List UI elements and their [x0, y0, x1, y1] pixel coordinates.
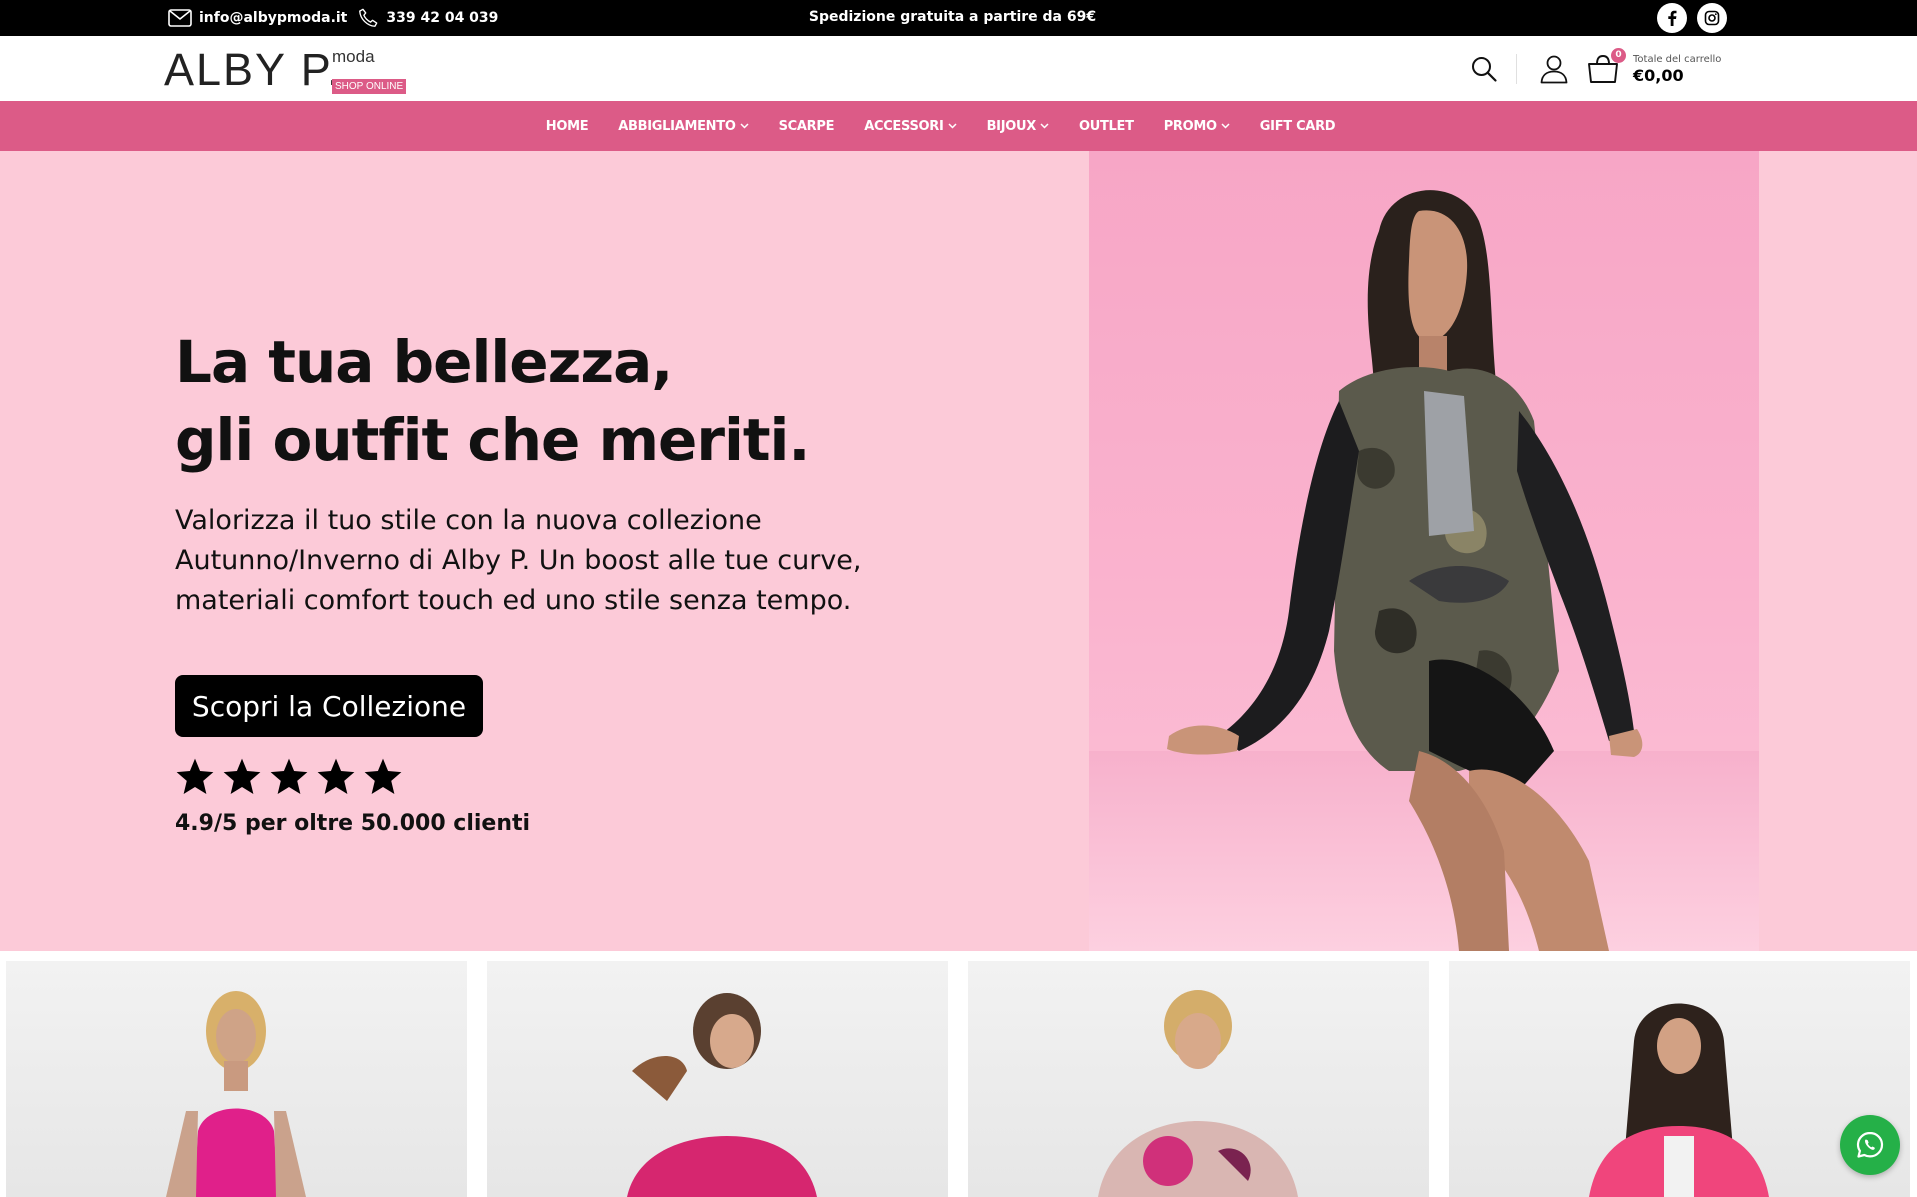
nav-item-label: PROMO: [1163, 118, 1217, 134]
chevron-down-icon: [1221, 123, 1230, 129]
nav-item-promo[interactable]: PROMO: [1164, 119, 1230, 134]
nav-item-scarpe[interactable]: SCARPE: [779, 119, 835, 134]
nav-item-home[interactable]: HOME: [546, 119, 589, 134]
product-image: [1589, 1003, 1769, 1197]
star-icon: [317, 758, 355, 794]
header-divider: [1516, 53, 1517, 84]
chevron-down-icon: [948, 123, 957, 129]
hero-subtitle: Valorizza il tuo stile con la nuova coll…: [175, 505, 862, 616]
rating-stars: [174, 756, 404, 798]
cart-total[interactable]: Totale del carrello €0,00: [1633, 53, 1721, 85]
cart-total-value: €0,00: [1633, 65, 1684, 85]
logo-text: ALBY P.: [164, 44, 342, 95]
nav-item-label: OUTLET: [1078, 118, 1134, 134]
hero-title-line1: La tua bellezza,: [175, 328, 673, 396]
shipping-banner: Spedizione gratuita a partire da 69€: [808, 9, 1097, 25]
nav-item-gift-card[interactable]: GIFT CARD: [1259, 118, 1336, 134]
chevron-down-icon: [740, 123, 749, 129]
product-grid: [0, 951, 1917, 1197]
star-icon: [223, 758, 261, 794]
star-icon: [270, 758, 308, 794]
logo-moda: moda: [332, 47, 375, 66]
nav-item-label: GIFT CARD: [1259, 118, 1336, 134]
site-logo[interactable]: ALBY P. moda SHOP ONLINE: [164, 46, 424, 94]
search-icon[interactable]: [1470, 55, 1498, 83]
nav-item-label: ACCESSORI: [864, 118, 944, 134]
model-figure: [1167, 190, 1643, 951]
nav-item-outlet[interactable]: OUTLET: [1079, 119, 1134, 134]
product-card[interactable]: [487, 961, 948, 1197]
whatsapp-button[interactable]: [1840, 1115, 1900, 1175]
nav-item-label: SCARPE: [778, 118, 835, 134]
chevron-down-icon: [1040, 123, 1049, 129]
cart-total-label: Totale del carrello: [1633, 53, 1722, 65]
nav-item-label: ABBIGLIAMENTO: [618, 118, 736, 134]
nav-item-label: BIJOUX: [986, 118, 1037, 134]
star-icon: [364, 758, 402, 794]
social-links: [1657, 3, 1727, 33]
account-icon[interactable]: [1539, 54, 1569, 84]
nav-item-accessori[interactable]: ACCESSORI: [864, 118, 957, 134]
product-card[interactable]: [1449, 961, 1910, 1197]
main-nav: HOME ABBIGLIAMENTO SCARPE ACCESSORI BIJO…: [0, 101, 1917, 151]
header-actions: 0 Totale del carrello €0,00: [1470, 36, 1721, 101]
hero-model-image: [1089, 151, 1759, 951]
hero-title: La tua bellezza, gli outfit che meriti.: [175, 323, 935, 479]
site-header: ALBY P. moda SHOP ONLINE 0 Totale del ca…: [0, 36, 1917, 101]
nav-item-bijoux[interactable]: BIJOUX: [987, 119, 1049, 134]
logo-shop-online: SHOP ONLINE: [332, 79, 407, 94]
product-image: [1098, 990, 1298, 1197]
product-image: [627, 993, 817, 1197]
nav-item-label: HOME: [545, 118, 589, 134]
product-card[interactable]: [6, 961, 467, 1197]
cart-button[interactable]: 0: [1587, 47, 1626, 84]
instagram-icon[interactable]: [1697, 3, 1727, 33]
rating-text: 4.9/5 per oltre 50.000 clienti: [175, 811, 531, 836]
whatsapp-icon: [1856, 1131, 1884, 1158]
discover-collection-button[interactable]: Scopri la Collezione: [175, 675, 483, 737]
hero-title-line2: gli outfit che meriti.: [175, 406, 810, 474]
top-bar: info@albypmoda.it 339 42 04 039 Spedizio…: [0, 0, 1917, 36]
product-image: [166, 991, 306, 1197]
facebook-icon[interactable]: [1657, 3, 1687, 33]
cart-count-badge: 0: [1611, 47, 1626, 63]
star-icon: [176, 758, 214, 794]
hero-section: La tua bellezza, gli outfit che meriti. …: [0, 151, 1917, 951]
nav-item-abbigliamento[interactable]: ABBIGLIAMENTO: [618, 118, 749, 134]
product-card[interactable]: [968, 961, 1429, 1197]
